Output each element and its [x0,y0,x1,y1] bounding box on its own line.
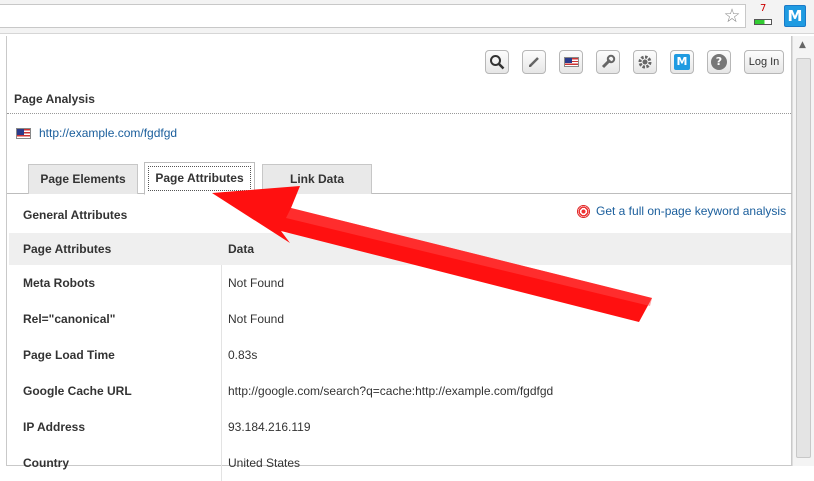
scrollbar-thumb[interactable] [796,58,811,458]
url-row: http://example.com/fgdfgd [16,125,177,141]
row-value: 0.83s [228,348,258,362]
attributes-table: Page Attributes Data Meta Robots Not Fou… [9,233,791,481]
login-button[interactable]: Log In [744,50,784,74]
table-row: Rel="canonical" Not Found [9,301,791,337]
keyword-analysis-link[interactable]: Get a full on-page keyword analysis [577,204,786,218]
tab-page-attributes[interactable]: Page Attributes [144,162,255,195]
us-flag-icon [16,127,31,139]
tab-page-elements[interactable]: Page Elements [28,164,138,194]
row-value: http://google.com/search?q=cache:http://… [228,384,554,398]
search-icon[interactable] [485,50,509,74]
column-header-data: Data [228,242,255,256]
moz-extension-button[interactable]: M [784,5,806,27]
wrench-icon[interactable] [596,50,620,74]
tab-page-attributes-label: Page Attributes [148,166,251,191]
row-value: Not Found [228,276,285,290]
badge-count: 7 [760,3,767,14]
keyword-analysis-label: Get a full on-page keyword analysis [596,204,787,218]
row-label: IP Address [9,409,222,445]
table-row: IP Address 93.184.216.119 [9,409,791,445]
general-attributes-heading: General Attributes [23,208,128,222]
target-icon [577,204,590,218]
table-header: Page Attributes Data [9,233,791,265]
table-row: Page Load Time 0.83s [9,337,791,373]
row-label: Google Cache URL [9,373,222,409]
tab-bar: Page Elements Page Attributes Link Data [7,162,793,195]
popup-scrollbar[interactable]: ▲ [792,36,814,466]
table-row: Google Cache URL http://google.com/searc… [9,373,791,409]
moz-icon[interactable]: M [670,50,694,74]
flag-icon[interactable] [559,50,583,74]
divider [7,113,793,114]
address-bar[interactable] [0,4,746,28]
help-icon[interactable]: ? [707,50,731,74]
row-label: Rel="canonical" [9,301,222,337]
scroll-up-icon[interactable]: ▲ [799,40,806,50]
row-value: 93.184.216.119 [228,420,311,434]
page-analysis-title: Page Analysis [14,92,95,106]
mozbar-popup: M ? Log In Page Analysis http://example.… [6,36,793,481]
star-icon[interactable]: ☆ [722,6,742,26]
table-row: Meta Robots Not Found [9,265,791,301]
pencil-icon[interactable] [522,50,546,74]
browser-toolbar: ☆ 7 M [0,0,814,34]
row-value: Not Found [228,312,285,326]
table-row: Country United States [9,445,791,481]
column-header-attributes: Page Attributes [23,242,112,256]
row-label: Country [9,445,222,481]
tab-link-data[interactable]: Link Data [262,164,372,194]
badge-bar [754,19,772,25]
mozrank-badge[interactable]: 7 [752,3,776,27]
page-url-link[interactable]: http://example.com/fgdfgd [39,126,177,140]
row-value: United States [228,456,301,470]
row-label: Page Load Time [9,337,222,373]
gear-icon[interactable] [633,50,657,74]
row-label: Meta Robots [9,265,222,301]
